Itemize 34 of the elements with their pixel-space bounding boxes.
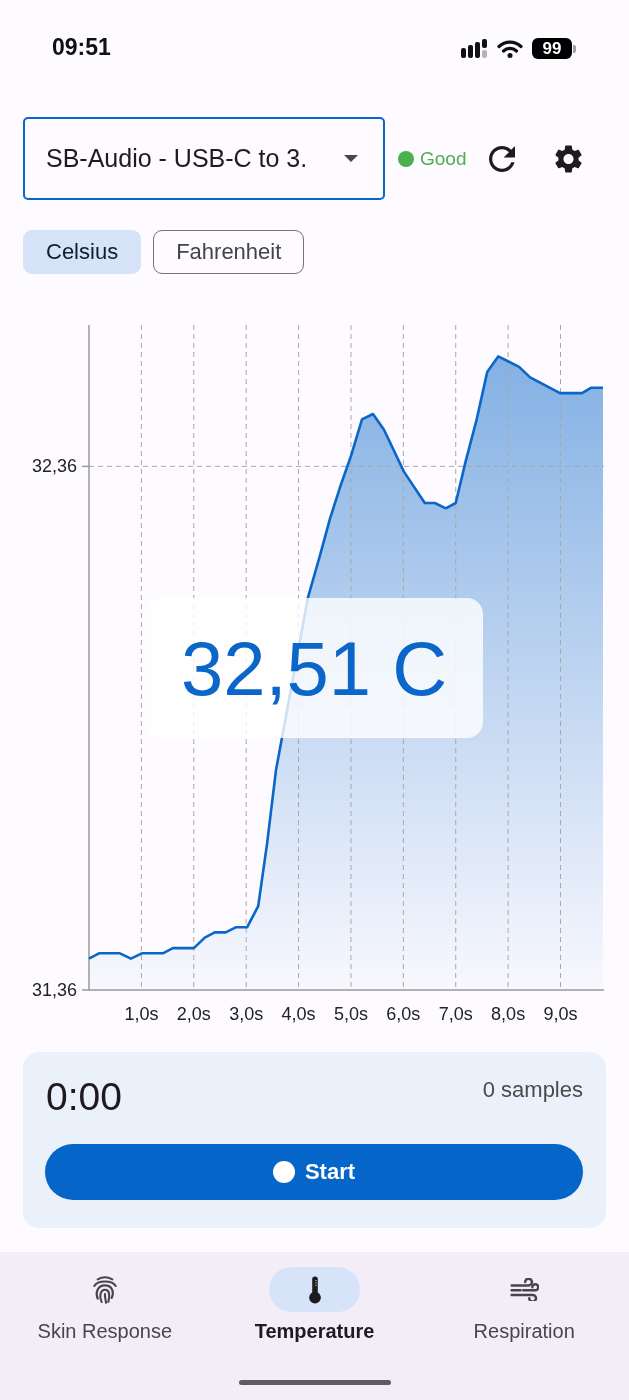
signal-icon: [461, 39, 488, 58]
sample-count: 0 samples: [482, 1077, 583, 1103]
nav-tab[interactable]: Respiration: [419, 1267, 629, 1342]
settings-icon: [555, 144, 583, 173]
x-tick-label: 6,0s: [386, 1004, 421, 1024]
status-time: 09:51: [52, 34, 111, 60]
y-tick-label: 31,36: [31, 980, 77, 1000]
unit-chip[interactable]: Celsius: [23, 230, 142, 274]
start-button[interactable]: Start: [45, 1144, 583, 1200]
x-tick-label: 7,0s: [438, 1004, 473, 1024]
x-tick-label: 5,0s: [333, 1004, 368, 1024]
wifi-icon: [497, 39, 523, 58]
thermometer-icon: [269, 1267, 360, 1312]
caret-icon: [344, 155, 358, 162]
x-tick-label: 2,0s: [176, 1004, 211, 1024]
x-tick-label: 9,0s: [543, 1004, 578, 1024]
circle-icon: [272, 1161, 295, 1183]
elapsed-time: 0:00: [46, 1076, 122, 1118]
x-tick-label: 3,0s: [229, 1004, 264, 1024]
connection-status: Good: [420, 147, 467, 170]
x-tick-label: 1,0s: [124, 1004, 159, 1024]
x-tick-label: 4,0s: [281, 1004, 316, 1024]
nav-tab[interactable]: Skin Response: [0, 1267, 210, 1342]
refresh-icon: [489, 145, 516, 172]
fingerprint-icon: [91, 1275, 118, 1304]
battery-indicator: 99: [532, 38, 576, 59]
device-dropdown[interactable]: SB-Audio - USB-C to 3.: [23, 117, 385, 200]
x-tick-label: 8,0s: [491, 1004, 526, 1024]
wind-icon: [509, 1278, 539, 1301]
nav-tab[interactable]: Temperature: [209, 1267, 420, 1342]
unit-chip[interactable]: Fahrenheit: [153, 230, 305, 274]
refresh-button[interactable]: [489, 145, 516, 172]
settings-button[interactable]: [555, 144, 583, 173]
y-tick-label: 32,36: [31, 456, 77, 477]
